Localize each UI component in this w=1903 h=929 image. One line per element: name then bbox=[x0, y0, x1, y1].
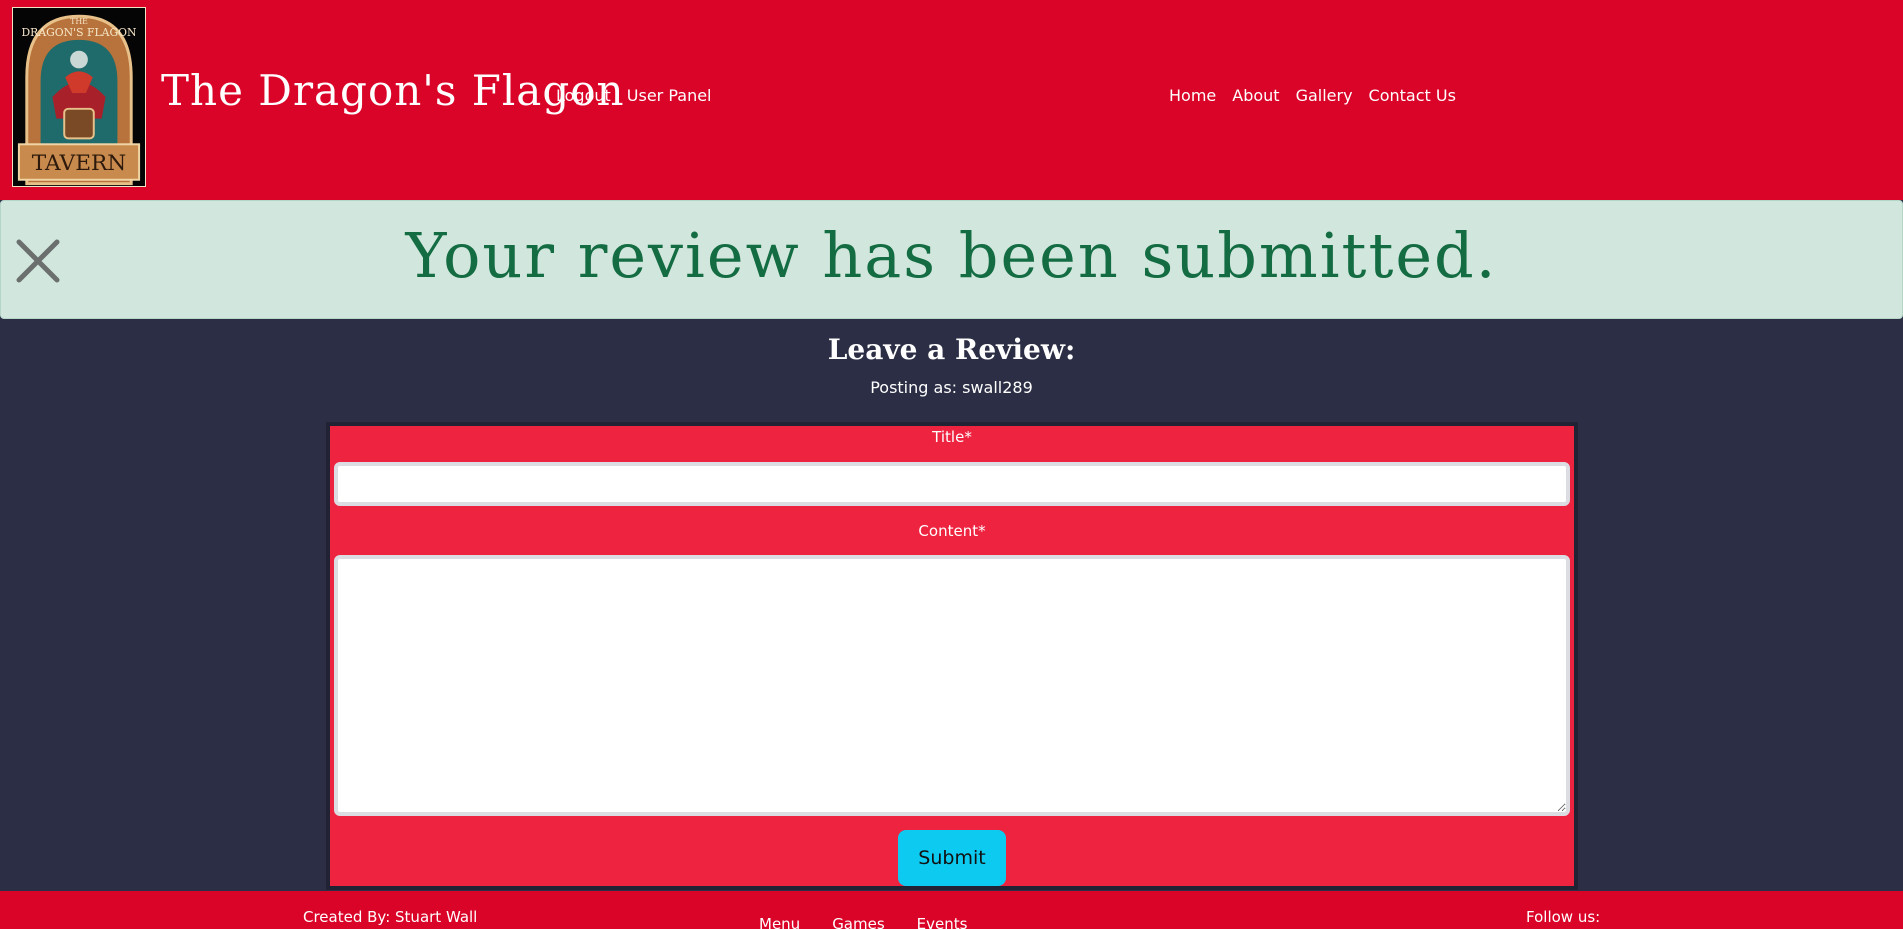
user-nav: Logout User Panel bbox=[556, 86, 712, 105]
success-alert: Your review has been submitted. bbox=[0, 200, 1903, 319]
footer-links: Menu Games Events bbox=[759, 915, 967, 929]
review-form: Title* Content* Submit bbox=[326, 422, 1578, 890]
logo-top-text: THE bbox=[70, 17, 88, 26]
content-textarea[interactable] bbox=[334, 555, 1570, 816]
logo-banner-text: TAVERN bbox=[32, 151, 127, 176]
nav-logout[interactable]: Logout bbox=[556, 86, 611, 105]
logo-arch-text: DRAGON'S FLAGON bbox=[21, 26, 136, 39]
title-input[interactable] bbox=[334, 462, 1570, 506]
nav-about[interactable]: About bbox=[1232, 86, 1279, 105]
footer-link-menu[interactable]: Menu bbox=[759, 915, 800, 929]
alert-message: Your review has been submitted. bbox=[405, 219, 1498, 292]
nav-home[interactable]: Home bbox=[1169, 86, 1216, 105]
submit-button[interactable]: Submit bbox=[898, 830, 1006, 886]
footer-follow: Follow us: bbox=[1526, 908, 1601, 926]
title-label: Title* bbox=[932, 428, 972, 446]
tavern-logo[interactable]: TAVERN DRAGON'S FLAGON THE bbox=[12, 7, 146, 187]
content-label: Content* bbox=[918, 522, 986, 540]
site-footer: Created By: Stuart Wall Menu Games Event… bbox=[0, 891, 1903, 929]
footer-credit: Created By: Stuart Wall bbox=[303, 908, 478, 926]
main-nav: Home About Gallery Contact Us bbox=[1169, 86, 1456, 105]
form-heading: Leave a Review: bbox=[827, 333, 1076, 366]
nav-user-panel[interactable]: User Panel bbox=[627, 86, 712, 105]
footer-link-games[interactable]: Games bbox=[832, 915, 884, 929]
posting-as-text: Posting as: swall289 bbox=[870, 378, 1033, 397]
logo-image: TAVERN DRAGON'S FLAGON THE bbox=[13, 8, 145, 186]
nav-gallery[interactable]: Gallery bbox=[1296, 86, 1353, 105]
site-header: TAVERN DRAGON'S FLAGON THE The Dragon's … bbox=[0, 0, 1903, 200]
footer-link-events[interactable]: Events bbox=[917, 915, 968, 929]
nav-contact-us[interactable]: Contact Us bbox=[1369, 86, 1456, 105]
